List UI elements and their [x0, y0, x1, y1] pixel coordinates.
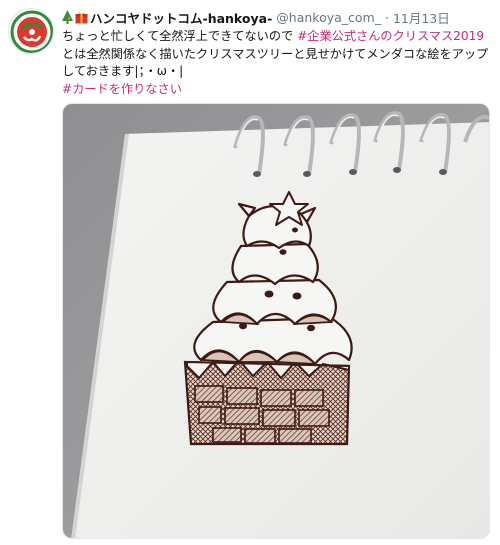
- separator-dot: ·: [384, 9, 389, 25]
- tweet-photo[interactable]: [62, 103, 490, 539]
- hashtag-link-1[interactable]: #企業公式さんのクリスマス2019: [297, 29, 484, 43]
- display-name[interactable]: ハンコヤドットコム-hankoya-: [90, 8, 272, 27]
- tweet-text-part2: とは全然関係なく描いたクリスマスツリーと見せかけてメンダコな絵をアップしておきま…: [62, 46, 489, 79]
- user-handle[interactable]: @hankoya_com_: [276, 10, 381, 25]
- avatar[interactable]: [8, 8, 54, 54]
- tweet-card: ハンコヤドットコム-hankoya- @hankoya_com_ · 11月13…: [0, 0, 500, 545]
- christmas-tree-icon: [62, 10, 73, 24]
- hashtag-link-2[interactable]: #カードを作りなさい: [62, 82, 182, 96]
- hankoya-logo: [10, 10, 53, 53]
- timestamp[interactable]: 11月13日: [393, 8, 450, 27]
- tweet-text: ちょっと忙しくて全然浮上できてないので #企業公式さんのクリスマス2019 とは…: [62, 28, 494, 98]
- tweet-header: ハンコヤドットコム-hankoya- @hankoya_com_ · 11月13…: [62, 6, 492, 28]
- sketchbook-drawing-image: [63, 104, 489, 538]
- tweet-text-part1: ちょっと忙しくて全然浮上できてないので: [62, 29, 298, 43]
- gift-icon: [75, 11, 88, 24]
